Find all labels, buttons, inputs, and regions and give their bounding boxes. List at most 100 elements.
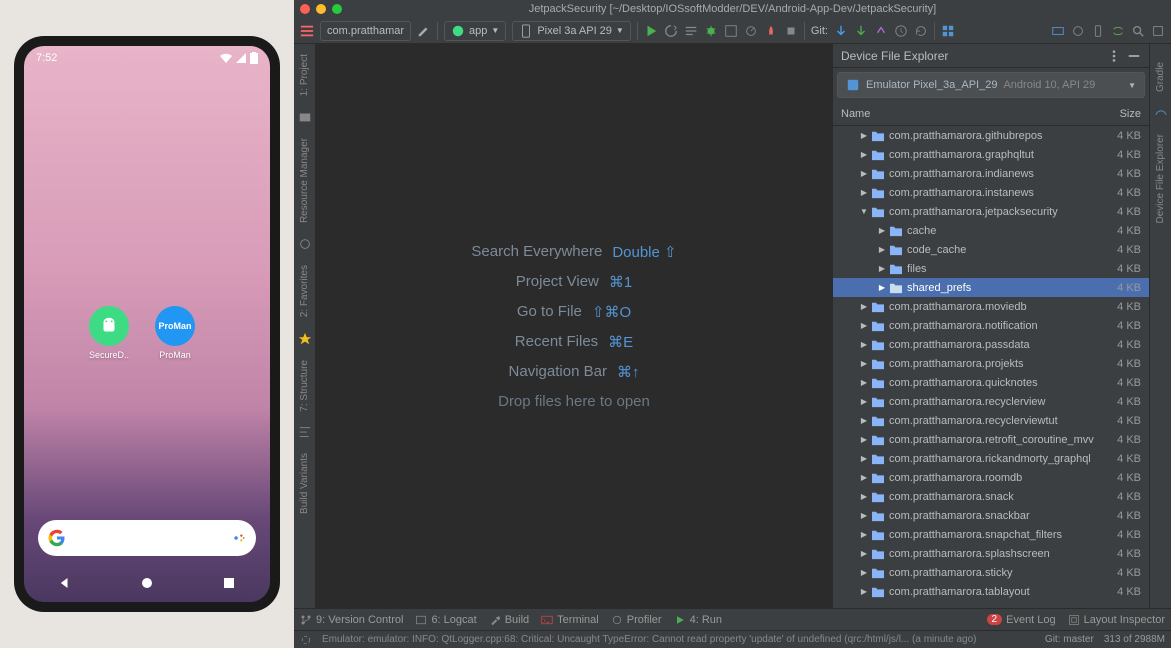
tree-row[interactable]: ▶com.pratthamarora.tablayout4 KB [833, 582, 1149, 601]
tree-row[interactable]: ▶com.pratthamarora.moviedb4 KB [833, 297, 1149, 316]
edit-config-icon[interactable] [417, 24, 431, 38]
close-window-icon[interactable] [300, 4, 310, 14]
more-icon[interactable] [1107, 49, 1121, 63]
emulator-icon[interactable] [1091, 24, 1105, 38]
apply-changes-icon[interactable] [664, 24, 678, 38]
tree-row[interactable]: ▶com.pratthamarora.sticky4 KB [833, 563, 1149, 582]
chevron-icon[interactable]: ▶ [877, 245, 887, 254]
rail-resource-manager[interactable]: Resource Manager [299, 132, 310, 229]
tree-row[interactable]: ▶com.pratthamarora.indianews4 KB [833, 164, 1149, 183]
tree-row[interactable]: ▶com.pratthamarora.recyclerviewtut4 KB [833, 411, 1149, 430]
chevron-icon[interactable]: ▶ [859, 568, 869, 577]
git-push-icon[interactable] [874, 24, 888, 38]
file-tree[interactable]: ▶com.pratthamarora.githubrepos4 KB▶com.p… [833, 126, 1149, 608]
chevron-icon[interactable]: ▶ [877, 283, 887, 292]
chevron-icon[interactable]: ▶ [859, 340, 869, 349]
tree-row[interactable]: ▶com.pratthamarora.snackbar4 KB [833, 506, 1149, 525]
device-select-dropdown[interactable]: Emulator Pixel_3a_API_29 Android 10, API… [837, 72, 1145, 98]
tab-layout-inspector[interactable]: Layout Inspector [1068, 614, 1165, 626]
app-proman[interactable]: ProMan ProMan [150, 306, 200, 360]
sdk-manager-icon[interactable] [1051, 24, 1065, 38]
tab-event-log[interactable]: 2Event Log [987, 614, 1056, 626]
chevron-icon[interactable]: ▶ [859, 302, 869, 311]
gradle-sync-icon[interactable] [1111, 24, 1125, 38]
tree-row[interactable]: ▶com.pratthamarora.snack4 KB [833, 487, 1149, 506]
chevron-icon[interactable]: ▶ [859, 169, 869, 178]
run-config-dropdown[interactable]: com.pratthamar [320, 21, 411, 41]
rail-gradle[interactable]: Gradle [1155, 56, 1166, 98]
tab-version-control[interactable]: 9: Version Control [300, 614, 403, 626]
tree-row[interactable]: ▶com.pratthamarora.rickandmorty_graphql4… [833, 449, 1149, 468]
module-dropdown[interactable]: app ▼ [444, 21, 506, 41]
attach-debugger-icon[interactable] [764, 24, 778, 38]
tab-terminal[interactable]: Terminal [541, 614, 599, 626]
git-rollback-icon[interactable] [914, 24, 928, 38]
tree-row[interactable]: ▶com.pratthamarora.projekts4 KB [833, 354, 1149, 373]
chevron-icon[interactable]: ▶ [859, 587, 869, 596]
chevron-icon[interactable]: ▶ [859, 150, 869, 159]
google-search-bar[interactable] [38, 520, 256, 556]
tree-row[interactable]: ▶com.pratthamarora.graphqltut4 KB [833, 145, 1149, 164]
chevron-icon[interactable]: ▶ [859, 131, 869, 140]
chevron-icon[interactable]: ▶ [859, 416, 869, 425]
nav-home-icon[interactable] [137, 573, 157, 593]
stop-icon[interactable] [784, 24, 798, 38]
rail-favorites[interactable]: 2: Favorites [299, 259, 310, 323]
tab-build[interactable]: Build [489, 614, 529, 626]
tree-row[interactable]: ▶cache4 KB [833, 221, 1149, 240]
tab-profiler[interactable]: Profiler [611, 614, 662, 626]
tree-row[interactable]: ▶com.pratthamarora.snapchat_filters4 KB [833, 525, 1149, 544]
tree-row[interactable]: ▶com.pratthamarora.splashscreen4 KB [833, 544, 1149, 563]
rail-device-file-explorer[interactable]: Device File Explorer [1155, 128, 1166, 229]
tree-row[interactable]: ▶com.pratthamarora.instanews4 KB [833, 183, 1149, 202]
chevron-icon[interactable]: ▶ [877, 226, 887, 235]
tree-row[interactable]: ▶com.pratthamarora.quicknotes4 KB [833, 373, 1149, 392]
tree-row[interactable]: ▶com.pratthamarora.passdata4 KB [833, 335, 1149, 354]
tree-row[interactable]: ▶com.pratthamarora.notification4 KB [833, 316, 1149, 335]
minimize-panel-icon[interactable] [1127, 49, 1141, 63]
chevron-icon[interactable]: ▶ [859, 549, 869, 558]
rail-project[interactable]: 1: Project [299, 48, 310, 102]
coverage-icon[interactable] [724, 24, 738, 38]
chevron-icon[interactable]: ▶ [877, 264, 887, 273]
tree-row[interactable]: ▶com.pratthamarora.roomdb4 KB [833, 468, 1149, 487]
minimize-window-icon[interactable] [316, 4, 326, 14]
chevron-icon[interactable]: ▶ [859, 378, 869, 387]
app-secured[interactable]: SecureD.. [84, 306, 134, 360]
chevron-icon[interactable]: ▼ [859, 207, 869, 216]
chevron-icon[interactable]: ▶ [859, 492, 869, 501]
chevron-icon[interactable]: ▶ [859, 511, 869, 520]
tree-row[interactable]: ▶com.pratthamarora.recyclerview4 KB [833, 392, 1149, 411]
rail-structure[interactable]: 7: Structure [299, 354, 310, 418]
tab-logcat[interactable]: 6: Logcat [415, 614, 476, 626]
profile-icon[interactable] [744, 24, 758, 38]
chevron-icon[interactable]: ▶ [859, 321, 869, 330]
menu-icon[interactable] [300, 24, 314, 38]
status-memory[interactable]: 313 of 2988M [1104, 634, 1165, 645]
nav-back-icon[interactable] [55, 573, 75, 593]
chevron-icon[interactable]: ▶ [859, 435, 869, 444]
tree-row[interactable]: ▶com.pratthamarora.githubrepos4 KB [833, 126, 1149, 145]
search-icon[interactable] [1131, 24, 1145, 38]
col-name[interactable]: Name [841, 108, 1099, 120]
chevron-icon[interactable]: ▶ [859, 454, 869, 463]
tree-row[interactable]: ▶com.pratthamarora.retrofit_coroutine_mv… [833, 430, 1149, 449]
rail-build-variants[interactable]: Build Variants [299, 447, 310, 520]
avd-manager-icon[interactable] [941, 24, 955, 38]
col-size[interactable]: Size [1099, 108, 1141, 120]
git-history-icon[interactable] [894, 24, 908, 38]
apply-code-icon[interactable] [684, 24, 698, 38]
git-commit-icon[interactable] [854, 24, 868, 38]
resource-manager-icon[interactable] [1071, 24, 1085, 38]
git-update-icon[interactable] [834, 24, 848, 38]
run-icon[interactable] [644, 24, 658, 38]
phone-screen[interactable]: 7:52 SecureD.. ProMan ProMan [24, 46, 270, 602]
chevron-icon[interactable]: ▶ [859, 397, 869, 406]
chevron-icon[interactable]: ▶ [859, 530, 869, 539]
chevron-icon[interactable]: ▶ [859, 188, 869, 197]
tree-row[interactable]: ▶shared_prefs4 KB [833, 278, 1149, 297]
chevron-icon[interactable]: ▶ [859, 359, 869, 368]
tree-row[interactable]: ▶code_cache4 KB [833, 240, 1149, 259]
nav-recents-icon[interactable] [219, 573, 239, 593]
device-dropdown[interactable]: Pixel 3a API 29 ▼ [512, 21, 631, 41]
